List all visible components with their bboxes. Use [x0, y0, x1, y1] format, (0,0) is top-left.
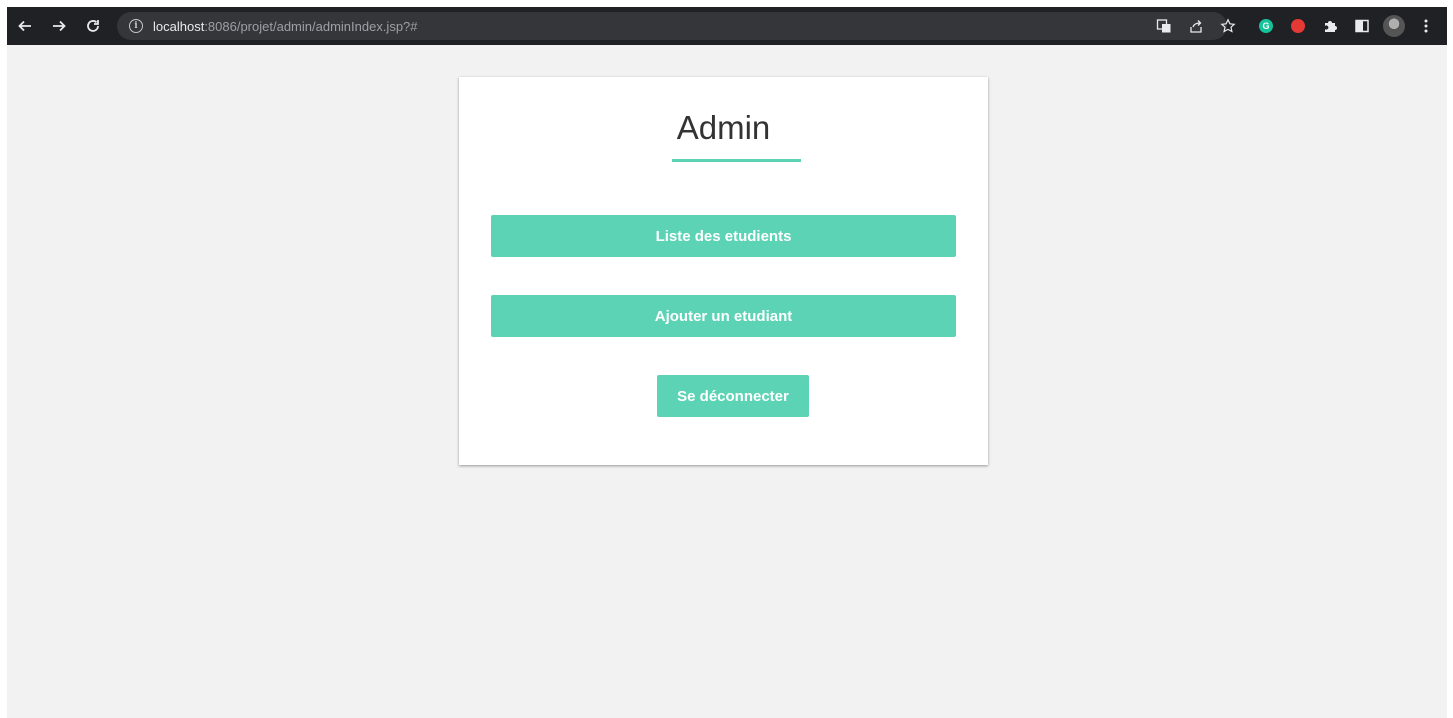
address-bar[interactable]: i localhost:8086/projet/admin/adminIndex… [117, 12, 1227, 40]
red-extension-badge [1291, 19, 1305, 33]
logout-button[interactable]: Se déconnecter [657, 375, 809, 417]
admin-card: Admin Liste des etudients Ajouter un etu… [459, 77, 988, 465]
page-title: Admin [676, 109, 771, 146]
kebab-menu-icon[interactable] [1415, 15, 1437, 37]
puzzle-piece-icon[interactable] [1319, 15, 1341, 37]
back-arrow-icon[interactable] [13, 14, 37, 38]
page-viewport: Admin Liste des etudients Ajouter un etu… [7, 45, 1447, 718]
avatar [1383, 15, 1405, 37]
translate-icon[interactable] [1153, 15, 1175, 37]
grammarly-badge: G [1259, 19, 1273, 33]
url-path: :8086/projet/admin/adminIndex.jsp?# [204, 18, 418, 34]
toolbar-actions: G [1143, 7, 1437, 45]
title-underline [672, 159, 801, 162]
star-icon[interactable] [1217, 15, 1239, 37]
share-icon[interactable] [1185, 15, 1207, 37]
forward-arrow-icon[interactable] [47, 14, 71, 38]
info-icon[interactable]: i [129, 19, 143, 33]
reload-icon[interactable] [81, 14, 105, 38]
list-students-button[interactable]: Liste des etudients [491, 215, 956, 257]
url-text[interactable]: localhost:8086/projet/admin/adminIndex.j… [153, 19, 418, 34]
browser-toolbar: i localhost:8086/projet/admin/adminIndex… [7, 7, 1447, 45]
add-student-button[interactable]: Ajouter un etudiant [491, 295, 956, 337]
profile-avatar[interactable] [1383, 15, 1405, 37]
red-extension-icon[interactable] [1287, 15, 1309, 37]
window-top-edge [0, 0, 1453, 7]
grammarly-extension-icon[interactable]: G [1255, 15, 1277, 37]
side-panel-icon[interactable] [1351, 15, 1373, 37]
url-host: localhost [153, 18, 205, 34]
